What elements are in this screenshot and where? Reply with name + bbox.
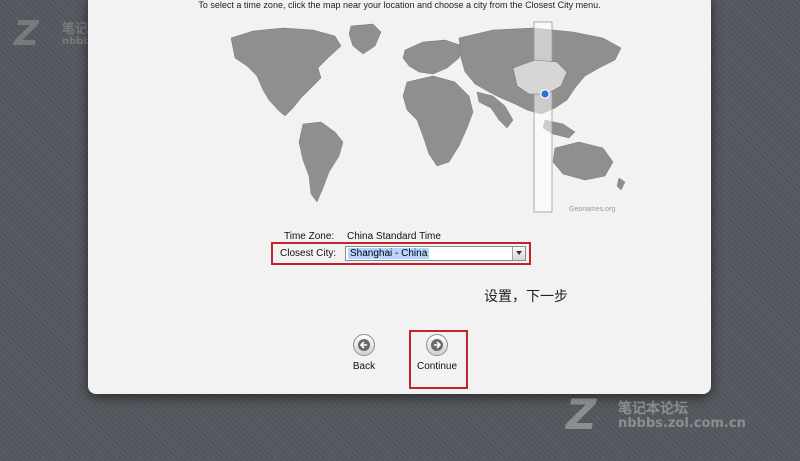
time-zone-value: China Standard Time	[347, 231, 441, 242]
installer-panel: To select a time zone, click the map nea…	[88, 0, 711, 394]
australia	[552, 141, 614, 181]
north-america	[230, 27, 342, 117]
africa	[402, 75, 474, 167]
timezone-band	[533, 21, 553, 213]
watermark-logo: Z	[14, 14, 39, 54]
europe	[402, 39, 464, 75]
map-credit: Geonames.org	[569, 206, 616, 213]
annotation-text: 设置，下一步	[484, 289, 568, 305]
closest-city-highlight: Closest City: Shanghai - China	[271, 242, 531, 265]
south-america	[298, 121, 344, 203]
chevron-down-icon[interactable]	[512, 247, 525, 260]
back-button[interactable]: Back	[339, 334, 389, 372]
watermark-logo-bottom: Z	[566, 390, 597, 439]
location-pin-icon	[540, 89, 550, 99]
instruction-text: To select a time zone, click the map nea…	[198, 0, 601, 10]
greenland	[348, 23, 382, 55]
world-map[interactable]	[223, 16, 633, 216]
closest-city-select[interactable]: Shanghai - China	[345, 246, 526, 261]
watermark-brand-bottom: 笔记本论坛	[618, 401, 688, 417]
time-zone-label: Time Zone:	[284, 231, 335, 242]
closest-city-value[interactable]: Shanghai - China	[348, 248, 430, 259]
continue-highlight	[409, 330, 468, 389]
watermark-url-bottom: nbbbs.zol.com.cn	[618, 416, 746, 431]
back-arrow-icon[interactable]	[353, 334, 375, 356]
closest-city-label: Closest City:	[280, 248, 337, 259]
back-label[interactable]: Back	[339, 361, 389, 372]
new-zealand	[616, 177, 626, 191]
